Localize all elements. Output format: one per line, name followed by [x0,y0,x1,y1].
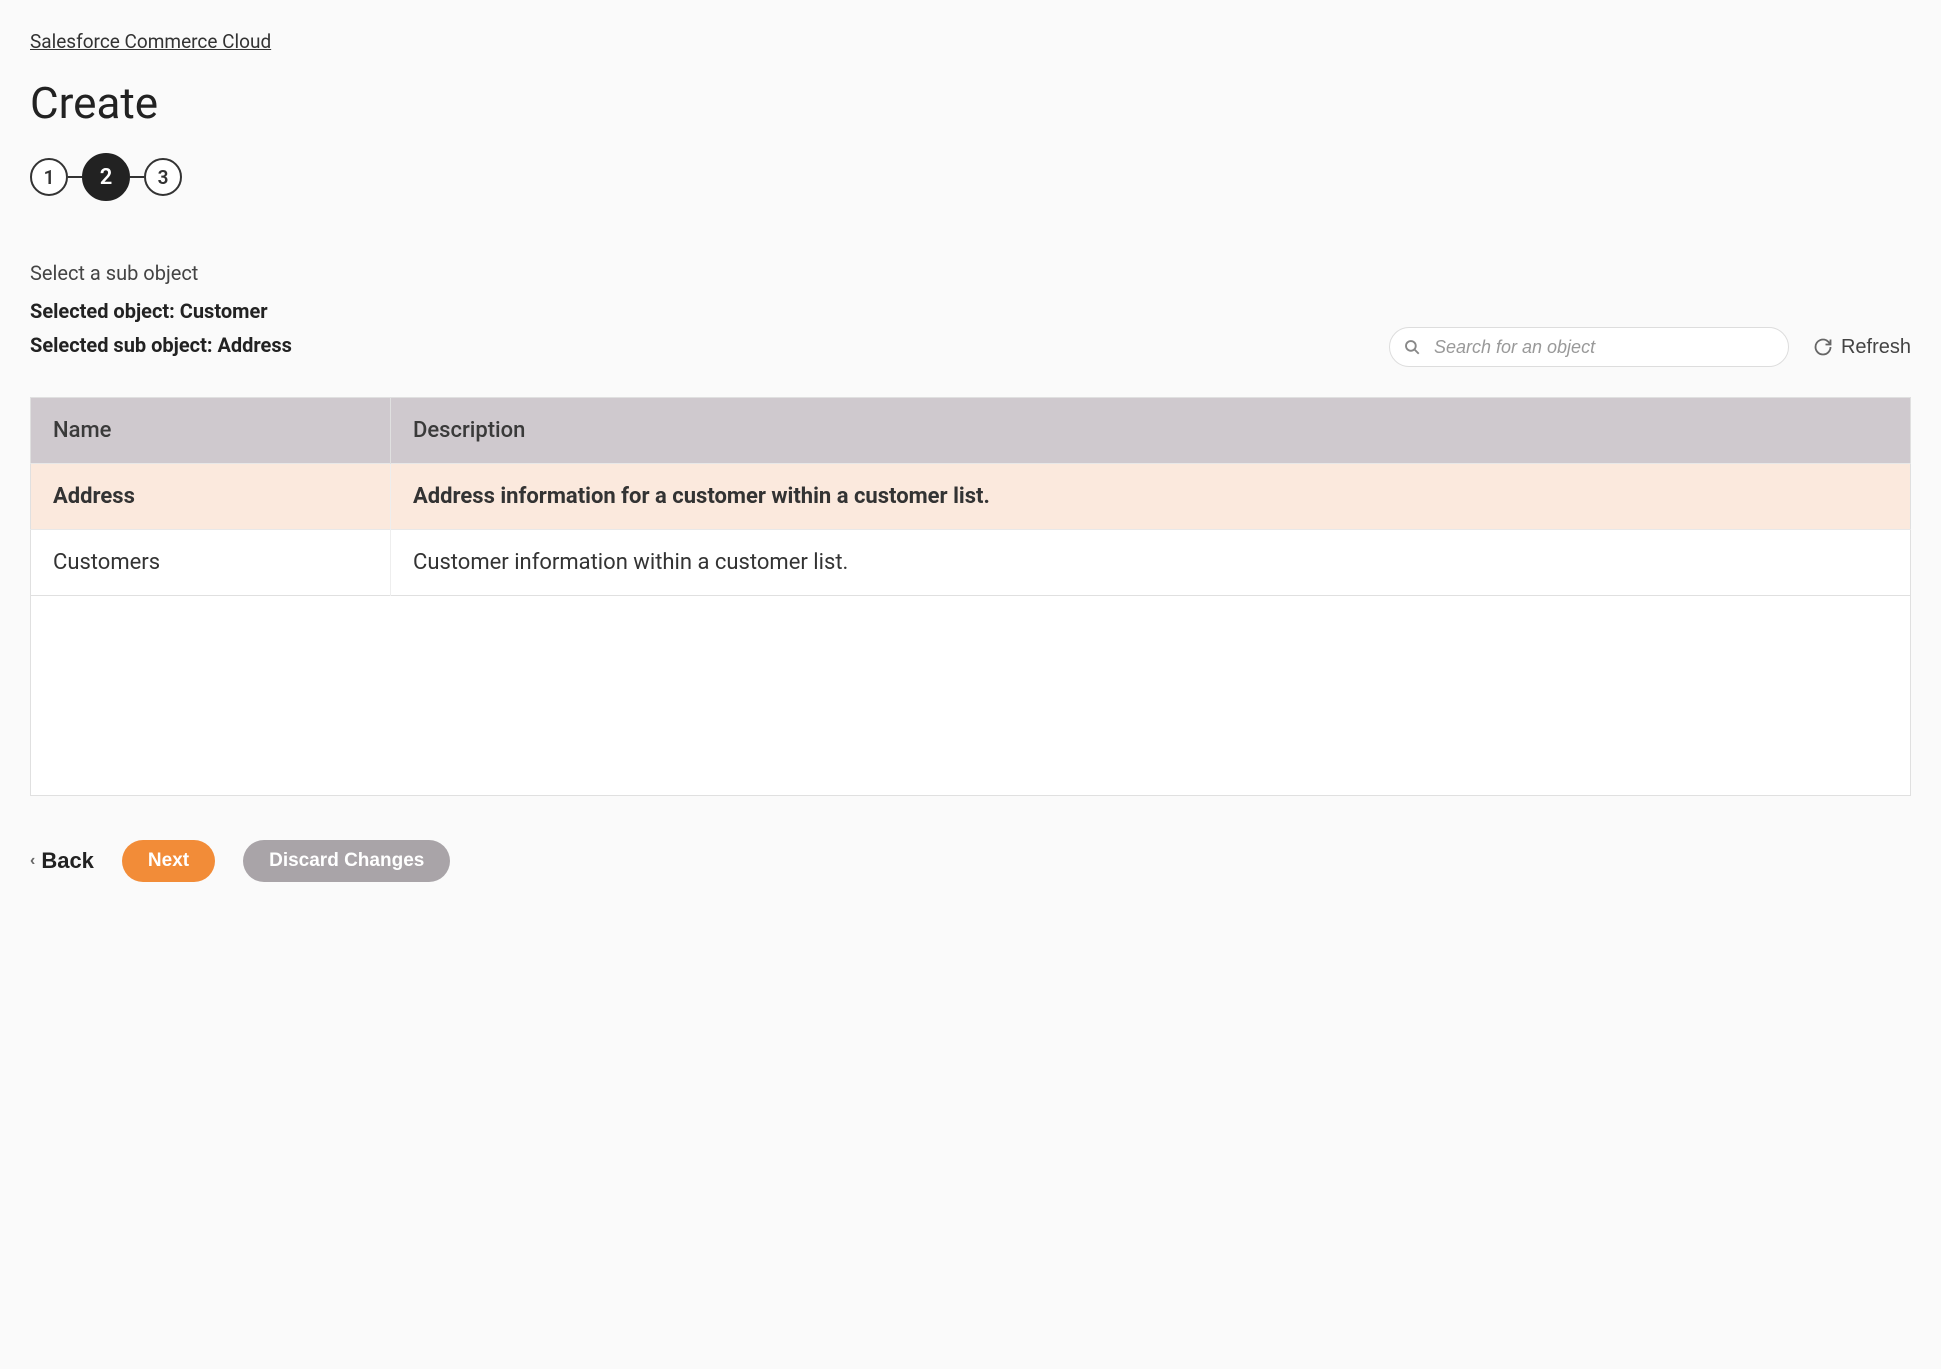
refresh-button[interactable]: Refresh [1813,336,1911,359]
cell-name: Customers [31,530,391,596]
cell-name: Address [31,464,391,530]
table-empty-region [30,596,1911,796]
search-input[interactable] [1389,327,1789,367]
refresh-icon [1813,337,1833,357]
footer-actions: ‹ Back Next Discard Changes [30,840,1911,882]
back-label: Back [41,848,94,874]
table-header-name[interactable]: Name [31,398,391,464]
cell-description: Customer information within a customer l… [391,530,1911,596]
selected-sub-object-label: Selected sub object: Address [30,333,1389,357]
step-line [130,176,144,178]
table-row[interactable]: Address Address information for a custom… [31,464,1911,530]
objects-table: Name Description Address Address informa… [30,397,1911,596]
selected-object-label: Selected object: Customer [30,299,1389,323]
stepper: 1 2 3 [30,153,1911,201]
next-button[interactable]: Next [122,840,215,882]
step-2-circle[interactable]: 2 [82,153,130,201]
search-wrapper [1389,327,1789,367]
breadcrumb-link[interactable]: Salesforce Commerce Cloud [30,30,271,53]
instruction-subtitle: Select a sub object [30,261,1389,285]
step-line [68,176,82,178]
chevron-left-icon: ‹ [30,852,35,870]
cell-description: Address information for a customer withi… [391,464,1911,530]
table-header-description[interactable]: Description [391,398,1911,464]
table-row[interactable]: Customers Customer information within a … [31,530,1911,596]
refresh-label: Refresh [1841,336,1911,359]
discard-changes-button[interactable]: Discard Changes [243,840,450,882]
step-1-circle[interactable]: 1 [30,158,68,196]
search-icon [1403,338,1421,356]
page-title: Create [30,77,1911,129]
back-button[interactable]: ‹ Back [30,848,94,874]
step-3-circle[interactable]: 3 [144,158,182,196]
